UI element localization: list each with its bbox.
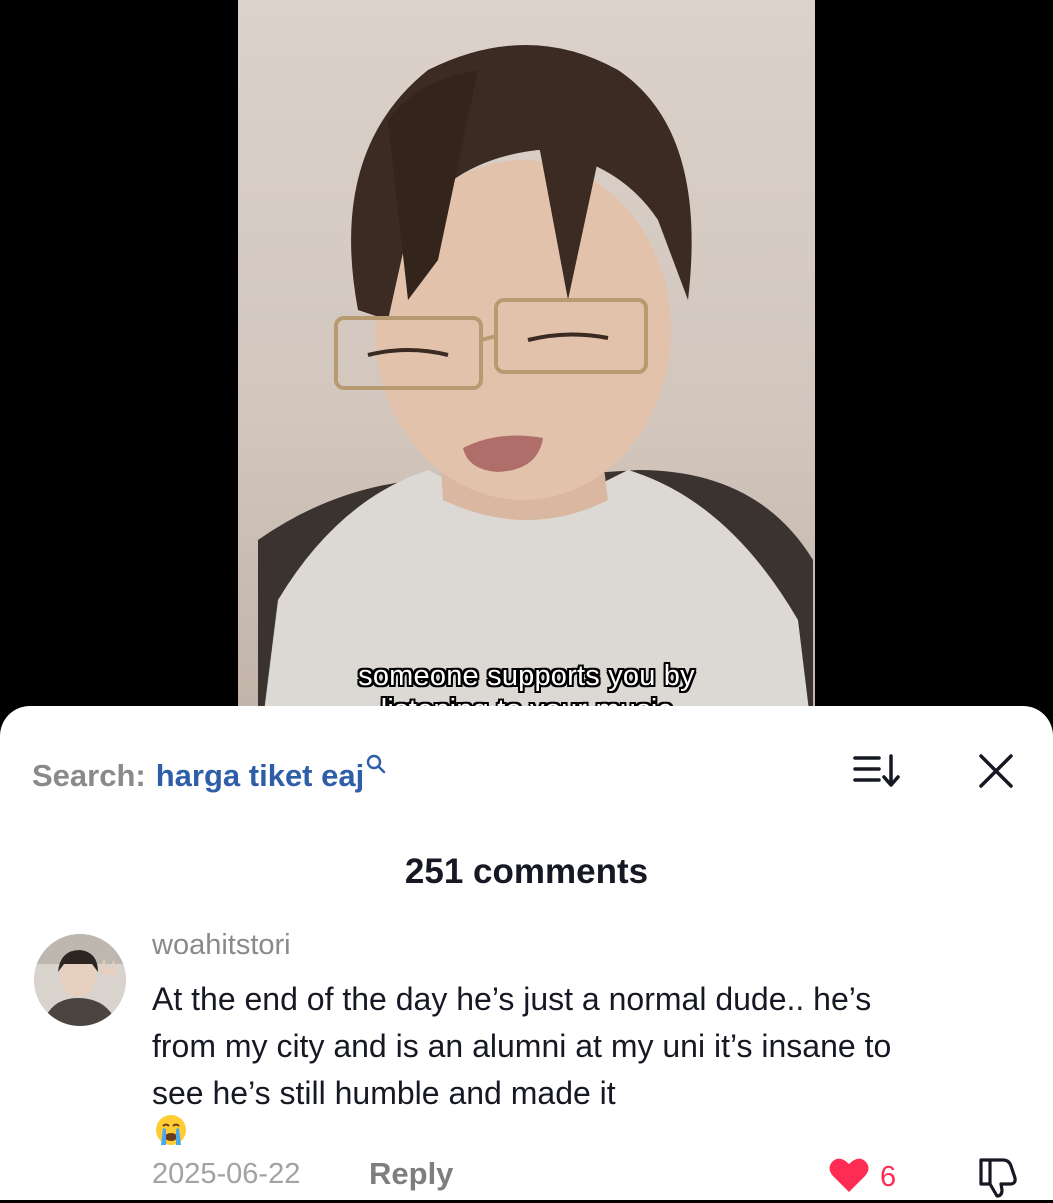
comment-username[interactable]: woahitstori bbox=[152, 929, 291, 962]
crying-emoji-icon bbox=[154, 1113, 1002, 1160]
comment-text-line2: from my city and is an alumni at my uni … bbox=[152, 1028, 892, 1064]
like-count: 6 bbox=[880, 1161, 897, 1193]
search-suggestion[interactable]: Search: harga tiket eaj bbox=[32, 754, 386, 796]
dislike-icon[interactable] bbox=[975, 1154, 1019, 1203]
comment-text-line3: see he’s still humble and made it bbox=[152, 1075, 616, 1111]
comment-date: 2025-06-22 bbox=[152, 1158, 301, 1190]
search-query-link[interactable]: harga tiket eaj bbox=[156, 758, 364, 794]
video-player[interactable]: someone supports you by listening to you… bbox=[238, 0, 815, 760]
comment-text-line1: At the end of the day he’s just a normal… bbox=[152, 981, 872, 1017]
comment-count: 251 comments bbox=[404, 852, 649, 891]
comments-sheet: Search: harga tiket eaj 251 comments woa… bbox=[0, 706, 1053, 1200]
sort-icon[interactable] bbox=[853, 752, 901, 792]
avatar[interactable] bbox=[34, 934, 126, 1026]
like-button[interactable]: 6 bbox=[828, 1156, 896, 1199]
reply-button[interactable]: Reply bbox=[369, 1156, 453, 1192]
search-icon bbox=[366, 754, 386, 779]
video-caption-line1: someone supports you by bbox=[358, 660, 695, 692]
comment-text: At the end of the day he’s just a normal… bbox=[152, 976, 1002, 1164]
search-prefix: Search: bbox=[32, 758, 146, 793]
heart-icon bbox=[828, 1156, 870, 1199]
video-frame-illustration bbox=[258, 45, 815, 760]
close-icon[interactable] bbox=[975, 750, 1017, 792]
